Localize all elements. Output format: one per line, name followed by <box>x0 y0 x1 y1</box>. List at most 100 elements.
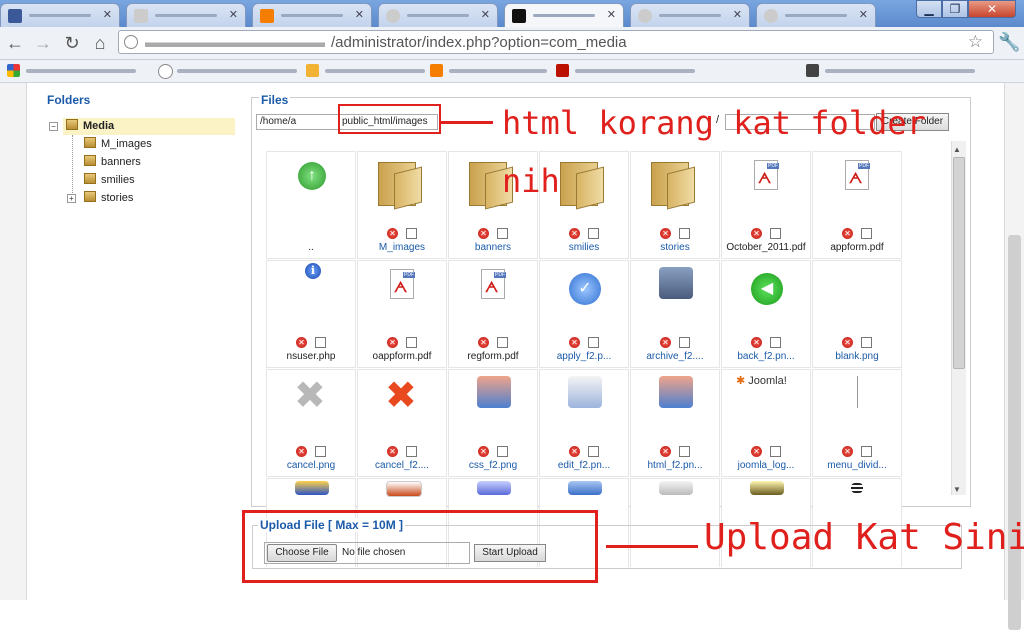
browser-tab[interactable]: ✕ <box>756 3 876 27</box>
folder-icon[interactable] <box>560 160 606 210</box>
page-info-icon[interactable] <box>124 35 138 49</box>
up-arrow-icon[interactable]: ↑ <box>298 162 326 190</box>
delete-icon[interactable]: ✕ <box>478 446 489 457</box>
select-checkbox[interactable] <box>861 228 872 239</box>
select-checkbox[interactable] <box>861 446 872 457</box>
delete-icon[interactable]: ✕ <box>660 337 671 348</box>
browser-tab[interactable]: ✕ <box>630 3 750 27</box>
tab-close-icon[interactable]: ✕ <box>229 8 238 21</box>
file-cell-parent[interactable]: ↑.. <box>266 151 356 259</box>
delete-icon[interactable]: ✕ <box>842 228 853 239</box>
tab-close-icon[interactable]: ✕ <box>733 8 742 21</box>
delete-icon[interactable]: ✕ <box>751 228 762 239</box>
reload-icon[interactable]: ↻ <box>61 32 83 54</box>
select-checkbox[interactable] <box>588 446 599 457</box>
image-thumbnail-icon[interactable] <box>659 481 693 495</box>
select-checkbox[interactable] <box>679 337 690 348</box>
delete-icon[interactable]: ✕ <box>751 446 762 457</box>
file-cell-joomla-logo[interactable]: ✱ Joomla! ✕ joomla_log... <box>721 369 811 477</box>
red-x-icon[interactable]: ✖ <box>385 376 417 416</box>
image-thumbnail-icon[interactable] <box>568 481 602 495</box>
file-cell-back[interactable]: ◀ ✕ back_f2.pn... <box>721 260 811 368</box>
browser-tab[interactable]: ✕ <box>252 3 372 27</box>
tree-item-banners[interactable]: banners <box>84 154 141 170</box>
file-cell-cancel[interactable]: ✖ ✕ cancel.png <box>266 369 356 477</box>
delete-icon[interactable]: ✕ <box>387 228 398 239</box>
delete-icon[interactable]: ✕ <box>660 446 671 457</box>
expand-icon[interactable]: + <box>67 194 76 203</box>
archive-icon[interactable] <box>659 267 693 299</box>
file-label[interactable]: stories <box>631 242 719 253</box>
select-checkbox[interactable] <box>497 228 508 239</box>
scroll-down-icon[interactable]: ▼ <box>953 485 961 494</box>
select-checkbox[interactable] <box>770 228 781 239</box>
image-thumbnail-icon[interactable] <box>386 481 422 497</box>
select-checkbox[interactable] <box>497 446 508 457</box>
home-icon[interactable]: ⌂ <box>89 32 111 54</box>
pdf-icon[interactable]: PDF ᗅ <box>754 160 779 190</box>
file-cell-archive[interactable]: ✕ archive_f2.... <box>630 260 720 368</box>
pdf-icon[interactable]: PDF ᗅ <box>390 269 415 299</box>
scroll-up-icon[interactable]: ▲ <box>953 145 961 154</box>
select-checkbox[interactable] <box>770 446 781 457</box>
select-checkbox[interactable] <box>406 228 417 239</box>
select-checkbox[interactable] <box>679 446 690 457</box>
folder-icon[interactable] <box>651 160 697 210</box>
star-icon[interactable]: ☆ <box>968 32 983 52</box>
select-checkbox[interactable] <box>588 337 599 348</box>
delete-icon[interactable]: ✕ <box>387 446 398 457</box>
select-checkbox[interactable] <box>861 337 872 348</box>
back-icon[interactable]: ← <box>4 32 26 54</box>
file-label[interactable]: cancel_f2.... <box>358 460 446 471</box>
file-label[interactable]: menu_divid... <box>813 460 901 471</box>
delete-icon[interactable]: ✕ <box>478 337 489 348</box>
wrench-icon[interactable]: 🔧 <box>998 32 1020 53</box>
file-label[interactable]: edit_f2.pn... <box>540 460 628 471</box>
file-label[interactable]: html_f2.pn... <box>631 460 719 471</box>
delete-icon[interactable]: ✕ <box>478 228 489 239</box>
file-cell-oappform[interactable]: PDF ᗅ ✕ oappform.pdf <box>357 260 447 368</box>
address-bar[interactable]: ▬▬▬▬▬▬▬▬▬▬▬▬ /administrator/index.php?op… <box>118 30 994 54</box>
file-label[interactable]: back_f2.pn... <box>722 351 810 362</box>
tab-close-icon[interactable]: ✕ <box>481 8 490 21</box>
page-scrollbar-thumb[interactable] <box>1008 235 1021 630</box>
html-icon[interactable] <box>659 376 693 408</box>
file-label[interactable]: blank.png <box>813 351 901 362</box>
browser-tab[interactable]: ✕ <box>378 3 498 27</box>
file-cell-edit[interactable]: ✕ edit_f2.pn... <box>539 369 629 477</box>
delete-icon[interactable]: ✕ <box>387 337 398 348</box>
select-checkbox[interactable] <box>315 446 326 457</box>
file-cell-october-pdf[interactable]: PDF ᗅ ✕ October_2011.pdf <box>721 151 811 259</box>
folder-icon[interactable] <box>378 160 424 210</box>
file-cell-apply[interactable]: ✓ ✕ apply_f2.p... <box>539 260 629 368</box>
back-arrow-icon[interactable]: ◀ <box>751 273 783 305</box>
delete-icon[interactable]: ✕ <box>296 446 307 457</box>
file-cell-css[interactable]: ✕ css_f2.png <box>448 369 538 477</box>
tab-close-icon[interactable]: ✕ <box>859 8 868 21</box>
delete-icon[interactable]: ✕ <box>569 446 580 457</box>
select-checkbox[interactable] <box>406 337 417 348</box>
file-label[interactable]: banners <box>449 242 537 253</box>
collapse-icon[interactable]: − <box>49 122 58 131</box>
css-icon[interactable] <box>477 376 511 408</box>
delete-icon[interactable]: ✕ <box>296 337 307 348</box>
file-label[interactable]: cancel.png <box>267 460 355 471</box>
browser-tab[interactable]: ✕ <box>0 3 120 27</box>
forward-icon[interactable]: → <box>32 32 54 54</box>
delete-icon[interactable]: ✕ <box>842 446 853 457</box>
file-cell-blank[interactable]: ✕ blank.png <box>812 260 902 368</box>
tree-item-stories[interactable]: stories <box>84 190 133 206</box>
delete-icon[interactable]: ✕ <box>569 228 580 239</box>
image-thumbnail-icon[interactable] <box>295 481 329 495</box>
blank-icon[interactable] <box>813 261 901 333</box>
file-cell-m-images[interactable]: ✕ M_images <box>357 151 447 259</box>
file-label[interactable]: smilies <box>540 242 628 253</box>
files-scrollbar-thumb[interactable] <box>953 157 965 369</box>
file-cell-html[interactable]: ✕ html_f2.pn... <box>630 369 720 477</box>
image-thumbnail-icon[interactable] <box>477 481 511 495</box>
edit-icon[interactable] <box>568 376 602 408</box>
delete-icon[interactable]: ✕ <box>751 337 762 348</box>
select-checkbox[interactable] <box>406 446 417 457</box>
file-label[interactable]: M_images <box>358 242 446 253</box>
file-cell-menu-divider[interactable]: ✕ menu_divid... <box>812 369 902 477</box>
